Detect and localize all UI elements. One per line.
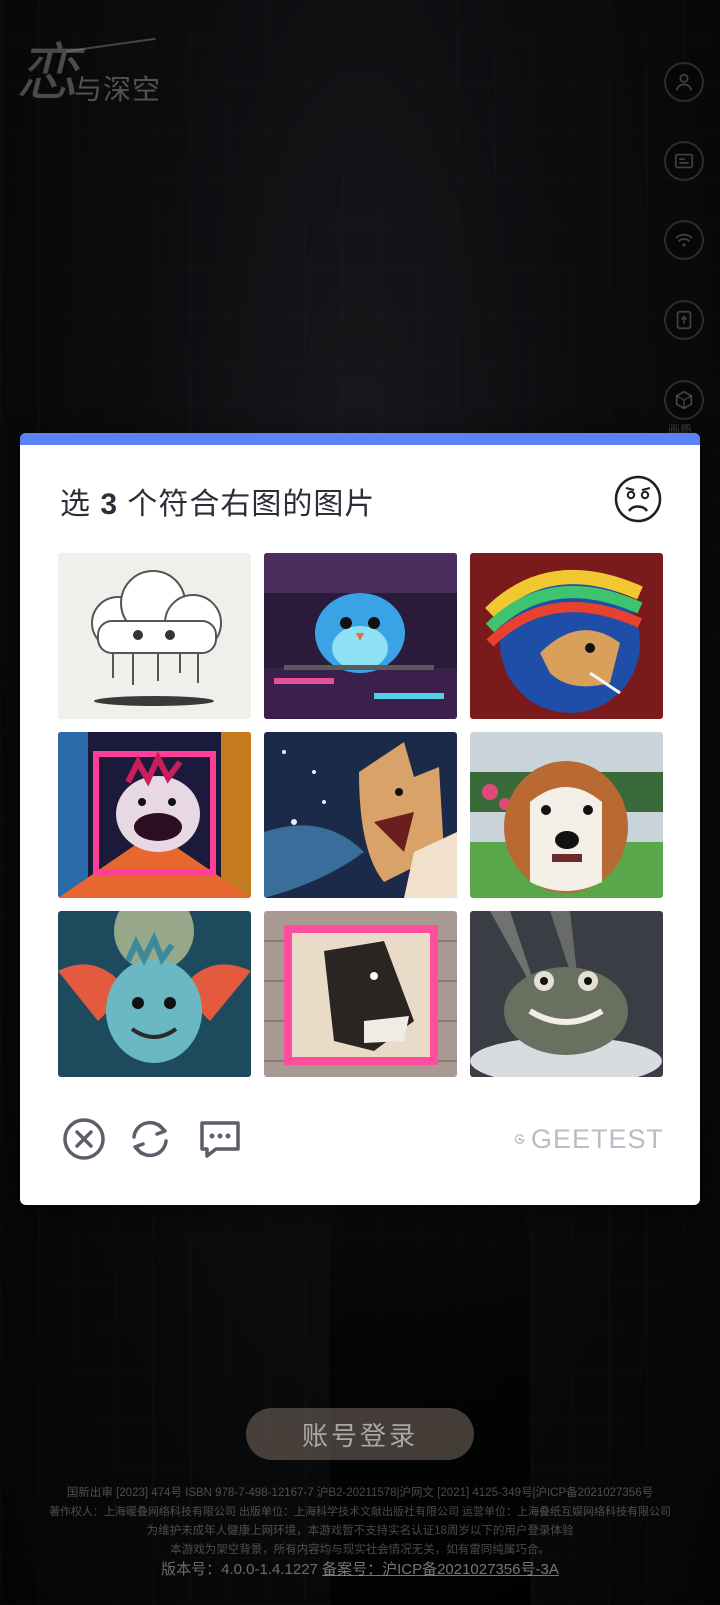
- horse-portrait-image: [264, 911, 457, 1077]
- captcha-tile-4[interactable]: [58, 732, 251, 898]
- version-label: 版本号：4.0.0-1.4.1227: [161, 1561, 318, 1578]
- winged-creature-image: [58, 911, 251, 1077]
- close-icon[interactable]: [60, 1115, 108, 1163]
- captcha-tile-2[interactable]: [264, 553, 457, 719]
- feedback-icon[interactable]: [196, 1115, 244, 1163]
- disclaimer-line: 本游戏为架空背景，所有内容均与现实社会情况无关，如有雷同纯属巧合。: [170, 1544, 550, 1556]
- captcha-tile-8[interactable]: [264, 911, 457, 1077]
- captcha-tile-9[interactable]: [470, 911, 663, 1077]
- angry-dog-image: [470, 732, 663, 898]
- refresh-icon[interactable]: [126, 1115, 174, 1163]
- title-suffix: 个符合右图的图片: [127, 488, 376, 521]
- login-screen: 恋 与深空 画质 选 3 个符合右图的图片 GEETEST 账号登录 国新出审 …: [0, 0, 720, 1605]
- blue-bird-image: [264, 553, 457, 719]
- geetest-logo-icon: [514, 1134, 525, 1144]
- captcha-tile-5[interactable]: [264, 732, 457, 898]
- brand-text: GEETEST: [530, 1123, 664, 1154]
- captcha-tile-1[interactable]: [58, 553, 251, 719]
- captcha-dialog: 选 3 个符合右图的图片 GEETEST: [20, 433, 700, 1205]
- geetest-brand: GEETEST: [514, 1119, 664, 1159]
- icp-record-link[interactable]: 备案号：沪ICP备2021027356号-3A: [322, 1561, 559, 1578]
- captcha-tile-3[interactable]: [470, 553, 663, 719]
- dialog-accent-bar: [20, 433, 700, 445]
- title-count: 3: [100, 488, 119, 521]
- minor-protection-line: 为维护未成年人健康上网环境，本游戏暂不支持实名认证18周岁以下的用户登录体验: [146, 1525, 574, 1537]
- title-prefix: 选: [60, 488, 91, 521]
- shouting-wolf-image: [264, 732, 457, 898]
- captcha-tile-7[interactable]: [58, 911, 251, 1077]
- license-line: 国新出审 [2023] 474号 ISBN 978-7-498-12167-7 …: [66, 1487, 654, 1499]
- account-login-button[interactable]: 账号登录: [246, 1408, 474, 1460]
- captcha-instruction: 选 3 个符合右图的图片: [60, 479, 375, 523]
- grinning-toad-image: [470, 911, 663, 1077]
- captcha-tile-6[interactable]: [470, 732, 663, 898]
- sad-face-icon: [614, 475, 662, 523]
- version-line: 版本号：4.0.0-1.4.1227 备案号：沪ICP备2021027356号-…: [0, 1558, 720, 1579]
- rainbow-horse-image: [470, 553, 663, 719]
- captcha-image-grid: [58, 553, 664, 1077]
- neon-monster-image: [58, 732, 251, 898]
- cloud-image: [58, 553, 251, 719]
- copyright-line: 著作权人：上海暖叠网络科技有限公司 出版单位：上海科学技术文献出版社有限公司 运…: [48, 1506, 672, 1518]
